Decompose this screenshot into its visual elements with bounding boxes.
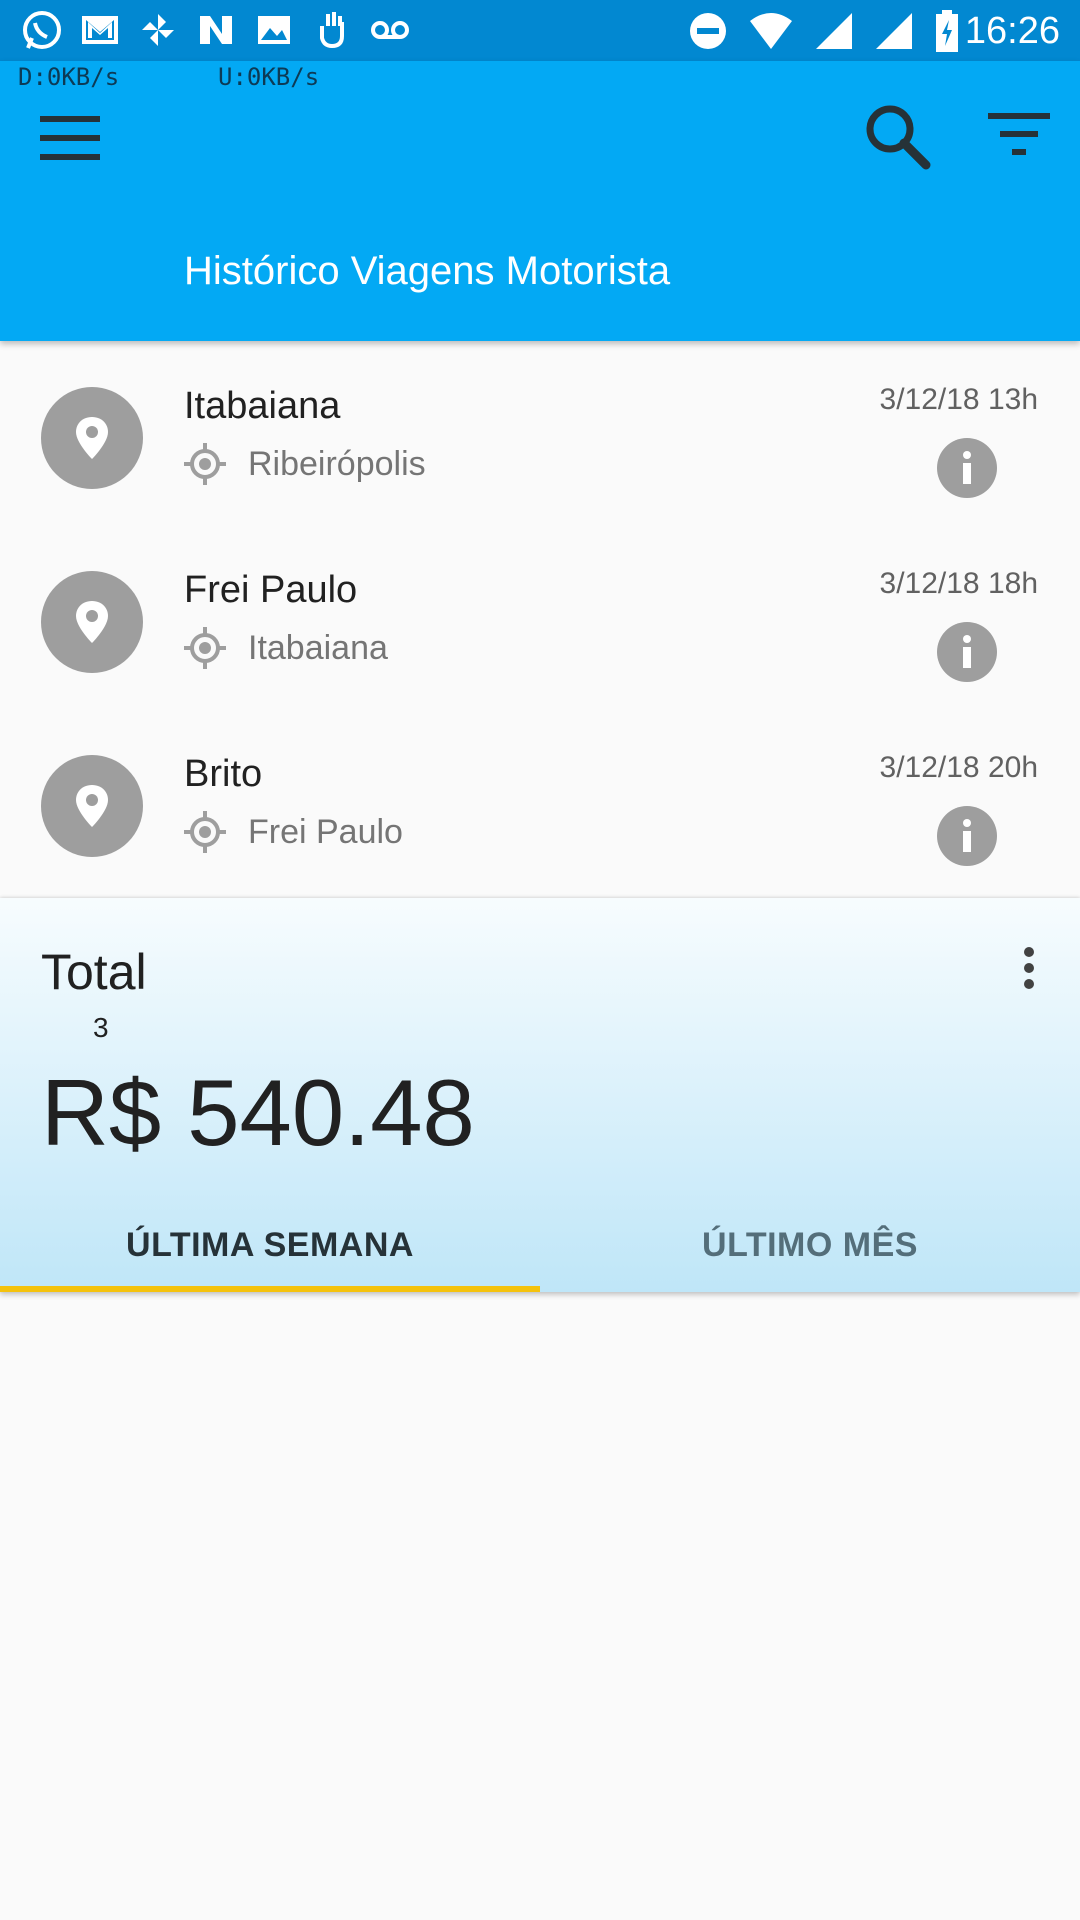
status-time: 16:26 — [964, 10, 1060, 52]
wifi-icon — [750, 13, 792, 49]
location-avatar — [41, 387, 143, 489]
gps-target-icon — [184, 627, 226, 669]
gps-target-icon — [184, 443, 226, 485]
trip-list: Itabaiana Ribeirópolis 3/12/18 13h Frei … — [0, 343, 1080, 895]
trip-origin: Frei Paulo — [248, 813, 403, 851]
pinwheel-icon — [142, 14, 174, 46]
location-pin-icon — [76, 785, 108, 827]
menu-button[interactable] — [38, 106, 102, 170]
total-summary-card: Total 3 R$ 540.48 ÚLTIMA SEMANA ÚLTIMO M… — [0, 898, 1080, 1292]
total-label: Total — [41, 944, 147, 1000]
trip-row[interactable]: Itabaiana Ribeirópolis 3/12/18 13h — [0, 343, 1080, 527]
tab-label: ÚLTIMO MÊS — [702, 1225, 918, 1264]
system-icons — [688, 10, 960, 52]
search-icon — [866, 105, 931, 170]
gmail-icon — [82, 16, 118, 44]
filter-button[interactable] — [980, 101, 1060, 181]
trip-destination: Frei Paulo — [184, 569, 358, 611]
battery-charging-icon — [936, 10, 958, 52]
location-pin-icon — [76, 601, 108, 643]
trip-info-button[interactable] — [937, 622, 997, 682]
more-vert-icon — [1024, 947, 1034, 989]
image-icon — [258, 16, 290, 44]
menu-icon — [40, 116, 100, 160]
notification-icons — [20, 8, 412, 52]
do-not-disturb-icon — [690, 13, 726, 49]
trip-destination: Itabaiana — [184, 385, 341, 427]
trip-origin: Itabaiana — [248, 629, 388, 667]
trip-info-button[interactable] — [937, 806, 997, 866]
search-button[interactable] — [858, 97, 938, 177]
filter-icon — [988, 113, 1050, 155]
info-icon — [963, 635, 971, 668]
whatsapp-icon — [23, 11, 61, 49]
tab-last-month[interactable]: ÚLTIMO MÊS — [540, 1198, 1080, 1292]
n-app-icon — [200, 16, 232, 44]
voicemail-icon — [371, 21, 409, 39]
trip-info-button[interactable] — [937, 438, 997, 498]
trip-date: 3/12/18 18h — [879, 567, 1038, 600]
status-bar: 16:26 — [0, 0, 1080, 61]
location-pin-icon — [76, 417, 108, 459]
trip-count: 3 — [93, 1012, 109, 1043]
tab-label: ÚLTIMA SEMANA — [126, 1225, 414, 1264]
upload-speed: U:0KB/s — [218, 63, 320, 91]
trip-origin-line: Ribeirópolis — [184, 443, 426, 485]
trip-origin-line: Frei Paulo — [184, 811, 403, 853]
more-options-button[interactable] — [1006, 942, 1052, 1002]
tab-last-week[interactable]: ÚLTIMA SEMANA — [0, 1198, 540, 1292]
signal-icon — [876, 13, 912, 49]
app-bar: D:0KB/s U:0KB/s Histórico Viagens Motori… — [0, 61, 1080, 341]
trip-origin: Ribeirópolis — [248, 445, 426, 483]
trip-row[interactable]: Frei Paulo Itabaiana 3/12/18 18h — [0, 527, 1080, 711]
period-tabs: ÚLTIMA SEMANA ÚLTIMO MÊS — [0, 1198, 1080, 1292]
gps-target-icon — [184, 811, 226, 853]
download-speed: D:0KB/s — [18, 63, 120, 91]
info-icon — [963, 819, 971, 852]
trip-date: 3/12/18 13h — [879, 383, 1038, 416]
location-avatar — [41, 571, 143, 673]
info-icon — [963, 451, 971, 484]
trip-date: 3/12/18 20h — [879, 751, 1038, 784]
hand-icon — [320, 12, 344, 49]
trip-row[interactable]: Brito Frei Paulo 3/12/18 20h — [0, 711, 1080, 895]
tab-indicator — [0, 1286, 540, 1292]
trip-destination: Brito — [184, 753, 263, 795]
page-title: Histórico Viagens Motorista — [184, 249, 671, 293]
location-avatar — [41, 755, 143, 857]
total-amount: R$ 540.48 — [41, 1060, 475, 1165]
trip-origin-line: Itabaiana — [184, 627, 388, 669]
signal-icon — [816, 13, 852, 49]
